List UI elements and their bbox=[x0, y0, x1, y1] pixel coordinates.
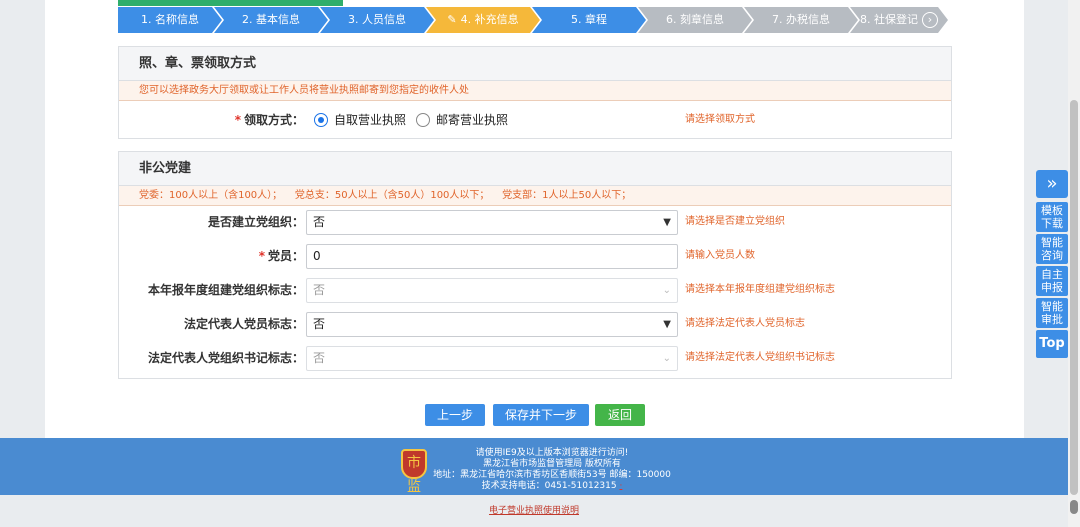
legal-rep-secretary-select[interactable]: 否 ⌄ bbox=[306, 346, 678, 371]
field-hint: 请选择法定代表人党员标志 bbox=[685, 318, 805, 329]
field-row: * 党员： 0 请输入党员人数 bbox=[119, 244, 951, 278]
side-self-declare[interactable]: 自主申报 bbox=[1036, 266, 1068, 296]
action-bar: 上一步 保存并下一步 返回 bbox=[0, 404, 1080, 426]
annual-org-flag-select[interactable]: 否 ⌄ bbox=[306, 278, 678, 303]
radio-self-pickup[interactable]: 自取营业执照 bbox=[314, 108, 406, 132]
field-hint: 请输入党员人数 bbox=[685, 250, 755, 261]
back-button[interactable]: 返回 bbox=[595, 404, 645, 426]
side-toolbar: » 模板下载 智能咨询 自主申报 智能审批 Top bbox=[1036, 170, 1068, 360]
field-label: 法定代表人党组织书记标志： bbox=[147, 351, 304, 365]
side-smart-consult[interactable]: 智能咨询 bbox=[1036, 234, 1068, 264]
step-8[interactable]: 8. 社保登记 › bbox=[850, 7, 948, 33]
collapse-icon[interactable]: » bbox=[1036, 170, 1068, 198]
chevron-down-icon: ▼ bbox=[663, 319, 671, 330]
pickup-section: 照、章、票领取方式 您可以选择政务大厅领取或让工作人员将营业执照邮寄到您指定的收… bbox=[118, 46, 952, 139]
radio-checked-icon[interactable] bbox=[314, 113, 328, 127]
chevron-down-icon: ⌄ bbox=[662, 353, 671, 364]
field-label: 法定代表人党员标志： bbox=[183, 317, 304, 331]
progress-strip bbox=[118, 0, 952, 6]
emblem-icon: 市监 bbox=[401, 449, 427, 495]
scrollbar-thumb[interactable] bbox=[1070, 100, 1078, 495]
field-row: 是否建立党组织： 否 ▼ 请选择是否建立党组织 bbox=[119, 210, 951, 244]
field-hint: 请选择本年报年度组建党组织标志 bbox=[685, 284, 835, 295]
footer-text: 请使用IE9及以上版本浏览器进行访问! 黑龙江省市场监督管理局 版权所有 地址：… bbox=[433, 448, 671, 491]
field-row: 本年报年度组建党组织标志： 否 ⌄ 请选择本年报年度组建党组织标志 bbox=[119, 278, 951, 312]
section-title: 非公党建 bbox=[119, 152, 951, 186]
step-5[interactable]: 5. 章程 bbox=[532, 7, 646, 33]
scrollbar[interactable] bbox=[1068, 0, 1080, 527]
section-title: 照、章、票领取方式 bbox=[119, 47, 951, 81]
save-next-button[interactable]: 保存并下一步 bbox=[493, 404, 589, 426]
help-link[interactable]: 电子营业执照使用说明 bbox=[0, 503, 1068, 516]
party-members-input[interactable]: 0 bbox=[306, 244, 678, 269]
section-note: 您可以选择政务大厅领取或让工作人员将营业执照邮寄到您指定的收件人处 bbox=[119, 81, 951, 101]
chevron-down-icon: ⌄ bbox=[662, 285, 671, 296]
field-label: * 党员： bbox=[258, 249, 304, 263]
radio-mail[interactable]: 邮寄营业执照 bbox=[416, 108, 508, 132]
radio-unchecked-icon[interactable] bbox=[416, 113, 431, 127]
pickup-radio-group: 自取营业执照 邮寄营业执照 bbox=[314, 108, 518, 132]
pickup-row: * 领取方式： 自取营业执照 邮寄营业执照 请选择领取方式 bbox=[119, 106, 951, 140]
step-1[interactable]: 1. 名称信息 bbox=[118, 7, 222, 33]
step-4[interactable]: ✎ 4. 补充信息 bbox=[426, 7, 540, 33]
side-template-download[interactable]: 模板下载 bbox=[1036, 202, 1068, 232]
step-wizard: 1. 名称信息 2. 基本信息 3. 人员信息 ✎ 4. 补充信息 5. 章程 6… bbox=[118, 7, 952, 33]
chevron-right-icon[interactable]: › bbox=[922, 12, 938, 28]
field-hint: 请选择法定代表人党组织书记标志 bbox=[685, 352, 835, 363]
site-footer: 市监 请使用IE9及以上版本浏览器进行访问! 黑龙江省市场监督管理局 版权所有 … bbox=[0, 438, 1068, 495]
field-hint: 请选择是否建立党组织 bbox=[685, 216, 785, 227]
scrollbar-arrow[interactable] bbox=[1070, 500, 1078, 514]
step-7[interactable]: 7. 办税信息 bbox=[744, 7, 858, 33]
step-2[interactable]: 2. 基本信息 bbox=[214, 7, 328, 33]
legal-rep-member-select[interactable]: 否 ▼ bbox=[306, 312, 678, 337]
section-note: 党委：100人以上（含100人）； 党总支：50人以上（含50人）100人以下；… bbox=[119, 186, 951, 206]
step-6[interactable]: 6. 刻章信息 bbox=[638, 7, 752, 33]
field-label: 是否建立党组织： bbox=[207, 215, 304, 229]
field-label: * 领取方式： bbox=[234, 113, 304, 127]
pencil-icon: ✎ bbox=[447, 13, 457, 26]
side-smart-approve[interactable]: 智能审批 bbox=[1036, 298, 1068, 328]
chevron-down-icon: ▼ bbox=[663, 217, 671, 228]
party-org-select[interactable]: 否 ▼ bbox=[306, 210, 678, 235]
footer-link[interactable]: · bbox=[619, 481, 622, 491]
field-hint: 请选择领取方式 bbox=[685, 114, 755, 125]
party-section: 非公党建 党委：100人以上（含100人）； 党总支：50人以上（含50人）10… bbox=[118, 151, 952, 379]
field-row: 法定代表人党组织书记标志： 否 ⌄ 请选择法定代表人党组织书记标志 bbox=[119, 346, 951, 380]
field-row: 法定代表人党员标志： 否 ▼ 请选择法定代表人党员标志 bbox=[119, 312, 951, 346]
prev-button[interactable]: 上一步 bbox=[425, 404, 485, 426]
back-to-top-button[interactable]: Top bbox=[1036, 330, 1068, 358]
field-label: 本年报年度组建党组织标志： bbox=[147, 283, 304, 297]
step-3[interactable]: 3. 人员信息 bbox=[320, 7, 434, 33]
